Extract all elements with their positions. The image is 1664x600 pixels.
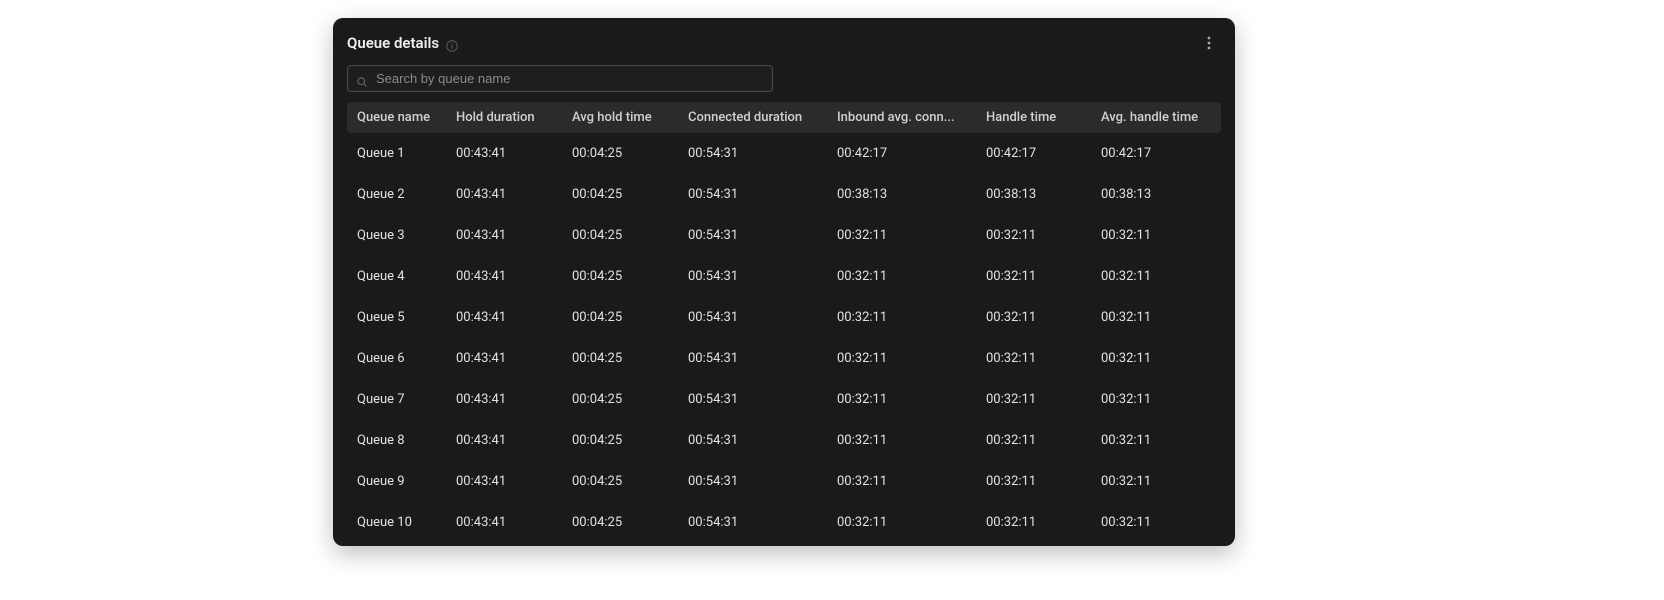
info-icon[interactable] <box>446 37 458 49</box>
queue-details-panel: Queue details <box>333 18 1235 546</box>
avg-handle-cell: 00:32:11 <box>1091 338 1221 379</box>
avg-hold-cell: 00:04:25 <box>562 133 678 174</box>
avg-hold-cell: 00:04:25 <box>562 502 678 543</box>
queue-name-cell: Queue 9 <box>347 461 446 502</box>
search-wrap <box>347 65 773 92</box>
table-row[interactable]: Queue 500:43:4100:04:2500:54:3100:32:110… <box>347 297 1221 338</box>
handle-time-cell: 00:32:11 <box>976 215 1091 256</box>
inbound-avg-cell: 00:32:11 <box>827 502 976 543</box>
search-input[interactable] <box>347 65 773 92</box>
avg-handle-cell: 00:32:11 <box>1091 461 1221 502</box>
hold-duration-cell: 00:43:41 <box>446 420 562 461</box>
table-row[interactable]: Queue 100:43:4100:04:2500:54:3100:42:170… <box>347 133 1221 174</box>
hold-duration-cell: 00:43:41 <box>446 379 562 420</box>
queue-name-cell: Queue 5 <box>347 297 446 338</box>
handle-time-cell: 00:32:11 <box>976 297 1091 338</box>
avg-hold-cell: 00:04:25 <box>562 420 678 461</box>
avg-hold-cell: 00:04:25 <box>562 338 678 379</box>
inbound-avg-cell: 00:42:17 <box>827 133 976 174</box>
queue-name-cell: Queue 1 <box>347 133 446 174</box>
connected-duration-cell: 00:54:31 <box>678 215 827 256</box>
connected-duration-cell: 00:54:31 <box>678 420 827 461</box>
avg-hold-cell: 00:04:25 <box>562 461 678 502</box>
table-row[interactable]: Queue 200:43:4100:04:2500:54:3100:38:130… <box>347 174 1221 215</box>
avg-handle-cell: 00:32:11 <box>1091 297 1221 338</box>
connected-duration-cell: 00:54:31 <box>678 502 827 543</box>
avg-handle-cell: 00:32:11 <box>1091 379 1221 420</box>
panel-title: Queue details <box>347 34 439 52</box>
handle-time-cell: 00:32:11 <box>976 502 1091 543</box>
inbound-avg-cell: 00:32:11 <box>827 215 976 256</box>
col-header-handle-time[interactable]: Handle time <box>976 102 1091 133</box>
queue-name-cell: Queue 8 <box>347 420 446 461</box>
handle-time-cell: 00:42:17 <box>976 133 1091 174</box>
panel-header: Queue details <box>333 18 1235 63</box>
hold-duration-cell: 00:43:41 <box>446 461 562 502</box>
more-vertical-icon <box>1201 35 1217 51</box>
connected-duration-cell: 00:54:31 <box>678 256 827 297</box>
queue-name-cell: Queue 10 <box>347 502 446 543</box>
table-header-row: Queue name Hold duration Avg hold time C… <box>347 102 1221 133</box>
hold-duration-cell: 00:43:41 <box>446 338 562 379</box>
handle-time-cell: 00:38:13 <box>976 174 1091 215</box>
inbound-avg-cell: 00:32:11 <box>827 420 976 461</box>
avg-hold-cell: 00:04:25 <box>562 256 678 297</box>
hold-duration-cell: 00:43:41 <box>446 502 562 543</box>
avg-hold-cell: 00:04:25 <box>562 174 678 215</box>
queue-name-cell: Queue 3 <box>347 215 446 256</box>
connected-duration-cell: 00:54:31 <box>678 461 827 502</box>
handle-time-cell: 00:32:11 <box>976 379 1091 420</box>
avg-handle-cell: 00:32:11 <box>1091 420 1221 461</box>
handle-time-cell: 00:32:11 <box>976 338 1091 379</box>
queue-name-cell: Queue 6 <box>347 338 446 379</box>
table-row[interactable]: Queue 1000:43:4100:04:2500:54:3100:32:11… <box>347 502 1221 543</box>
inbound-avg-cell: 00:32:11 <box>827 461 976 502</box>
avg-hold-cell: 00:04:25 <box>562 379 678 420</box>
col-header-hold-duration[interactable]: Hold duration <box>446 102 562 133</box>
more-options-button[interactable] <box>1197 31 1221 55</box>
handle-time-cell: 00:32:11 <box>976 461 1091 502</box>
col-header-connected-duration[interactable]: Connected duration <box>678 102 827 133</box>
table-row[interactable]: Queue 600:43:4100:04:2500:54:3100:32:110… <box>347 338 1221 379</box>
inbound-avg-cell: 00:38:13 <box>827 174 976 215</box>
hold-duration-cell: 00:43:41 <box>446 256 562 297</box>
table-row[interactable]: Queue 700:43:4100:04:2500:54:3100:32:110… <box>347 379 1221 420</box>
handle-time-cell: 00:32:11 <box>976 420 1091 461</box>
connected-duration-cell: 00:54:31 <box>678 297 827 338</box>
table-row[interactable]: Queue 300:43:4100:04:2500:54:3100:32:110… <box>347 215 1221 256</box>
col-header-avg-hold-time[interactable]: Avg hold time <box>562 102 678 133</box>
col-header-queue-name[interactable]: Queue name <box>347 102 446 133</box>
hold-duration-cell: 00:43:41 <box>446 174 562 215</box>
hold-duration-cell: 00:43:41 <box>446 215 562 256</box>
hold-duration-cell: 00:43:41 <box>446 133 562 174</box>
avg-hold-cell: 00:04:25 <box>562 297 678 338</box>
connected-duration-cell: 00:54:31 <box>678 174 827 215</box>
inbound-avg-cell: 00:32:11 <box>827 297 976 338</box>
connected-duration-cell: 00:54:31 <box>678 338 827 379</box>
col-header-inbound-avg-conn[interactable]: Inbound avg. conn... <box>827 102 976 133</box>
queue-table: Queue name Hold duration Avg hold time C… <box>347 102 1221 543</box>
avg-handle-cell: 00:32:11 <box>1091 215 1221 256</box>
avg-handle-cell: 00:32:11 <box>1091 256 1221 297</box>
queue-name-cell: Queue 7 <box>347 379 446 420</box>
table-scroll-container[interactable]: Queue name Hold duration Avg hold time C… <box>333 102 1235 546</box>
avg-handle-cell: 00:32:11 <box>1091 502 1221 543</box>
inbound-avg-cell: 00:32:11 <box>827 256 976 297</box>
queue-name-cell: Queue 2 <box>347 174 446 215</box>
hold-duration-cell: 00:43:41 <box>446 297 562 338</box>
connected-duration-cell: 00:54:31 <box>678 379 827 420</box>
inbound-avg-cell: 00:32:11 <box>827 338 976 379</box>
queue-name-cell: Queue 4 <box>347 256 446 297</box>
inbound-avg-cell: 00:32:11 <box>827 379 976 420</box>
avg-hold-cell: 00:04:25 <box>562 215 678 256</box>
connected-duration-cell: 00:54:31 <box>678 133 827 174</box>
search-row <box>333 63 1235 102</box>
table-row[interactable]: Queue 800:43:4100:04:2500:54:3100:32:110… <box>347 420 1221 461</box>
table-row[interactable]: Queue 400:43:4100:04:2500:54:3100:32:110… <box>347 256 1221 297</box>
table-row[interactable]: Queue 900:43:4100:04:2500:54:3100:32:110… <box>347 461 1221 502</box>
col-header-avg-handle-time[interactable]: Avg. handle time <box>1091 102 1221 133</box>
avg-handle-cell: 00:38:13 <box>1091 174 1221 215</box>
avg-handle-cell: 00:42:17 <box>1091 133 1221 174</box>
handle-time-cell: 00:32:11 <box>976 256 1091 297</box>
